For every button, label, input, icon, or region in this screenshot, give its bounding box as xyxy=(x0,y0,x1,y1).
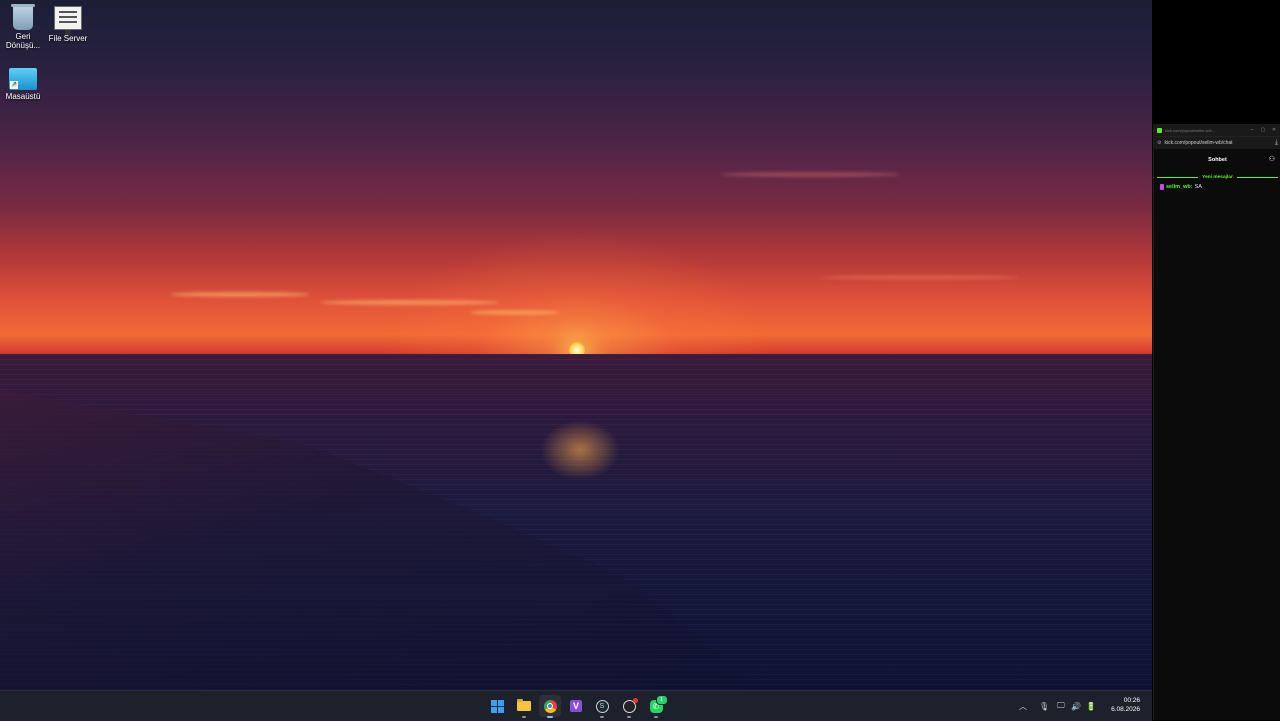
user-badge-icon xyxy=(1160,184,1164,190)
taskbar-obs[interactable] xyxy=(618,695,640,718)
desktop-icon-recycle-bin[interactable]: Geri Dönüşü... xyxy=(0,4,46,50)
url-text[interactable]: kick.com/popout/selim-wb/chat xyxy=(1164,140,1271,146)
shortcut-arrow-icon: ↗ xyxy=(10,81,18,89)
chat-header: Sohbet ⚇ xyxy=(1154,149,1280,171)
cloud-streak xyxy=(170,292,310,297)
users-icon[interactable]: ⚇ xyxy=(1269,155,1275,163)
cloud-streak xyxy=(720,172,900,177)
network-tray[interactable]: 🖵 xyxy=(1057,691,1065,721)
new-messages-divider: Yeni mesajlar xyxy=(1154,175,1280,180)
chrome-icon xyxy=(543,699,557,713)
sun-reflection xyxy=(540,420,620,480)
volume-tray[interactable]: 🔊 xyxy=(1071,691,1081,721)
clock-date: 6.08.2026 xyxy=(1111,706,1140,713)
taskbar-file-explorer[interactable] xyxy=(513,695,535,718)
minimize-button[interactable]: – xyxy=(1248,127,1256,133)
taskbar-visual-studio[interactable]: V xyxy=(565,695,587,717)
desktop-icon-label: Masaüstü xyxy=(5,92,41,101)
windows-start-icon xyxy=(490,699,504,713)
cloud-streak xyxy=(470,310,560,315)
maximize-button[interactable]: ▢ xyxy=(1259,127,1267,133)
chat-username[interactable]: selim_wb: xyxy=(1166,184,1193,190)
network-icon: 🖵 xyxy=(1057,701,1065,710)
desktop-icon-label: Geri Dönüşü... xyxy=(5,32,41,50)
desktop-icon-masaustu[interactable]: ↗ Masaüstü xyxy=(0,68,46,101)
clock-time: 00:26 xyxy=(1123,697,1140,704)
volume-icon: 🔊 xyxy=(1071,701,1081,711)
close-button[interactable]: ✕ xyxy=(1270,127,1278,133)
recycle-bin-icon xyxy=(11,4,35,30)
running-indicator xyxy=(547,716,553,718)
taskbar: V S ✆ 1 ︿ 🎙 🖵 🔊 🔋 00:26 6.08.2026 xyxy=(0,690,1152,721)
desktop-wallpaper: Geri Dönüşü... File Server ↗ Masaüstü xyxy=(0,0,1152,690)
running-indicator xyxy=(654,716,658,718)
battery-tray[interactable]: 🔋 xyxy=(1086,691,1096,721)
running-indicator xyxy=(600,716,604,718)
chat-message: selim_wb: SA xyxy=(1154,184,1280,190)
chevron-up-icon: ︿ xyxy=(1019,701,1027,711)
microphone-icon: 🎙 xyxy=(1039,701,1050,711)
start-button[interactable] xyxy=(486,695,508,717)
kick-logo-icon xyxy=(1157,127,1162,133)
notification-badge: 1 xyxy=(655,694,668,705)
new-messages-label: Yeni mesajlar xyxy=(1202,175,1233,180)
battery-icon: 🔋 xyxy=(1086,701,1096,711)
running-indicator xyxy=(522,716,526,718)
taskbar-steam[interactable]: S xyxy=(591,695,613,718)
desktop-shortcut-icon: ↗ xyxy=(9,68,37,90)
chat-popout-window[interactable]: kick.com/popout/selim-wb/... – ▢ ✕ ⚙ kic… xyxy=(1153,124,1280,720)
window-title: kick.com/popout/selim-wb/... xyxy=(1165,127,1216,133)
taskbar-whatsapp[interactable]: ✆ 1 xyxy=(645,694,668,718)
desktop-icon-label: File Server xyxy=(48,34,88,43)
cloud-streak xyxy=(820,275,1020,280)
microphone-tray[interactable]: 🎙 xyxy=(1039,691,1049,721)
address-bar[interactable]: ⚙ kick.com/popout/selim-wb/chat ⤓ xyxy=(1154,136,1280,149)
chat-title: Sohbet xyxy=(1208,157,1227,163)
site-settings-icon[interactable]: ⚙ xyxy=(1157,140,1161,146)
whatsapp-icon: ✆ 1 xyxy=(649,694,668,713)
obs-icon xyxy=(622,697,638,713)
folder-icon xyxy=(517,699,531,711)
taskbar-chrome[interactable] xyxy=(539,695,561,718)
visual-studio-icon: V xyxy=(570,700,582,712)
window-titlebar[interactable]: kick.com/popout/selim-wb/... – ▢ ✕ xyxy=(1154,124,1280,136)
clock[interactable]: 00:26 6.08.2026 xyxy=(1111,696,1140,714)
chat-message-text: SA xyxy=(1194,184,1202,190)
cloud-streak xyxy=(320,300,500,305)
desktop-icon-file-server[interactable]: File Server xyxy=(45,6,91,43)
monitor-icon xyxy=(54,6,82,35)
download-icon[interactable]: ⤓ xyxy=(1275,139,1278,147)
steam-icon: S xyxy=(595,699,609,713)
running-indicator xyxy=(627,716,631,718)
show-hidden-icons-button[interactable]: ︿ xyxy=(1019,691,1027,721)
